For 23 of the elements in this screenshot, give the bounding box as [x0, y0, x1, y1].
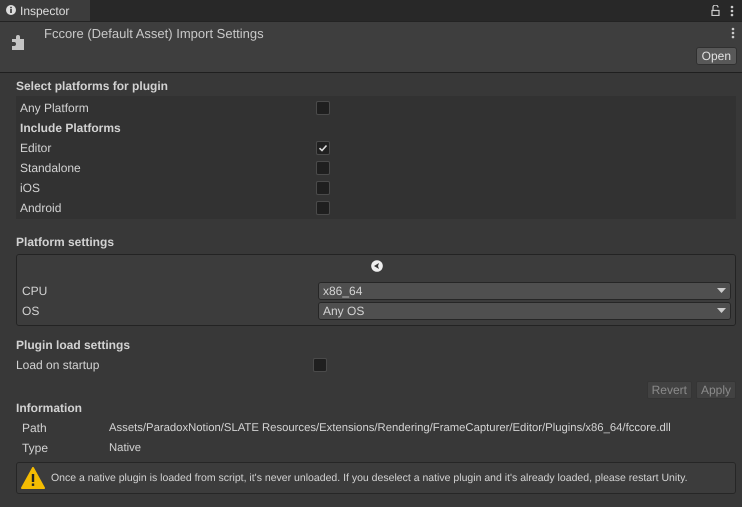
dropdown[interactable]: x86_64: [318, 282, 731, 300]
field-label: OS: [22, 304, 40, 318]
checkbox-label: Standalone: [20, 161, 82, 175]
section-title: Plugin load settings: [16, 337, 132, 354]
warning-message: Once a native plugin is loaded from script, it's never unloaded. If you deselect a native plugin and it's already loaded, please restart Unity.: [51, 472, 688, 484]
checkbox-label: Editor: [20, 141, 52, 155]
dropdown[interactable]: Any OS: [318, 302, 731, 320]
field-label: CPU: [22, 284, 48, 298]
section-title: Information: [16, 400, 83, 417]
open-button[interactable]: Open: [696, 47, 737, 65]
info-value: Native: [109, 442, 142, 454]
section-title: Select platforms for plugin: [16, 78, 170, 95]
section-title: Platform settings: [16, 234, 116, 251]
group-heading: Include Platforms: [20, 121, 121, 135]
checkbox-label: Any Platform: [20, 101, 90, 115]
checkbox-label: iOS: [20, 181, 42, 195]
checkbox-label: Load on startup: [16, 358, 100, 372]
asset-title: Fccore (Default Asset) Import Settings: [44, 26, 264, 43]
info-label: Path: [22, 421, 48, 435]
checkbox-label: Android: [20, 201, 62, 215]
info-value: Assets/ParadoxNotion/SLATE Resources/Extensions/Rendering/FrameCapturer/Editor/Plugins/x86_64/fccore.dll: [109, 422, 671, 434]
inspector-tab[interactable]: Inspector: [0, 0, 90, 21]
info-label: Type: [22, 441, 50, 455]
